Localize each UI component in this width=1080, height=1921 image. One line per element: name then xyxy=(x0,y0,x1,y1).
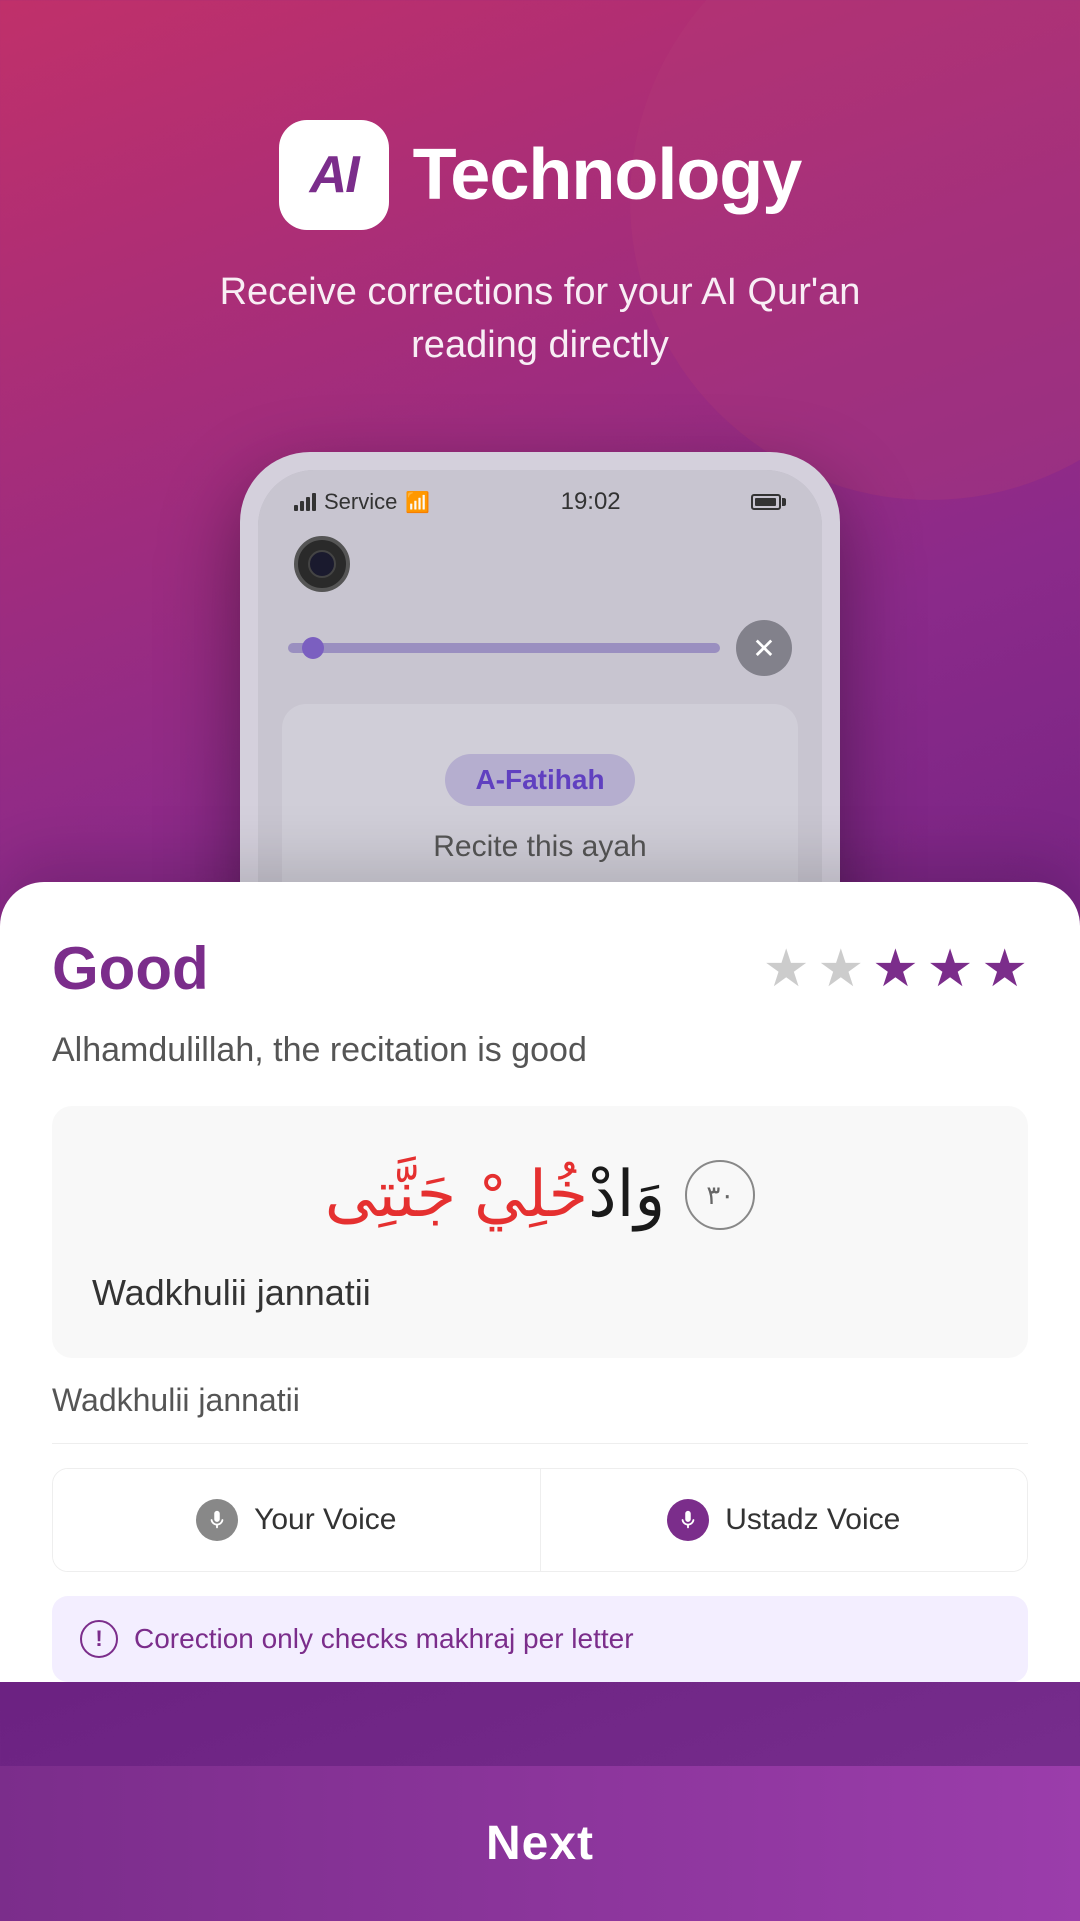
phone-inner: Service 📶 19:02 xyxy=(258,470,822,944)
lower-section: Wadkhulii jannatii Your Voice Ustadz Voi… xyxy=(0,1358,1080,1682)
next-button-container: Next xyxy=(0,1766,1080,1921)
ustadz-voice-icon xyxy=(667,1499,709,1541)
star-1: ★ xyxy=(763,939,810,999)
wifi-icon: 📶 xyxy=(405,490,430,515)
notice-text: Corection only checks makhraj per letter xyxy=(134,1623,634,1655)
audio-thumb[interactable] xyxy=(302,637,324,659)
header-section: AI Technology Receive corrections for yo… xyxy=(0,0,1080,432)
star-rating: ★ ★ ★ ★ ★ xyxy=(763,939,1028,999)
signal-bar-4 xyxy=(312,493,316,511)
status-bar: Service 📶 19:02 xyxy=(258,470,822,526)
star-5: ★ xyxy=(981,939,1028,999)
arabic-text-black: وَادْ xyxy=(588,1158,665,1230)
tech-label: Technology xyxy=(413,134,802,216)
voice-options: Your Voice Ustadz Voice xyxy=(52,1468,1028,1572)
signal-bar-3 xyxy=(306,497,310,511)
surah-badge: A-Fatihah xyxy=(445,754,634,806)
rating-description: Alhamdulillah, the recitation is good xyxy=(52,1031,1028,1070)
camera-area xyxy=(258,526,822,612)
star-3: ★ xyxy=(872,939,919,999)
next-button[interactable]: Next xyxy=(0,1766,1080,1921)
your-voice-icon xyxy=(196,1499,238,1541)
signal-icon xyxy=(294,493,316,511)
arabic-text: وَادْخُلِيْ جَنَّتِى xyxy=(325,1150,666,1240)
ustadz-voice-label: Ustadz Voice xyxy=(725,1503,900,1537)
rating-card: Good ★ ★ ★ ★ ★ Alhamdulillah, the recita… xyxy=(0,882,1080,1358)
audio-controls[interactable]: ✕ xyxy=(258,612,822,684)
rating-row: Good ★ ★ ★ ★ ★ xyxy=(52,934,1028,1003)
your-voice-button[interactable]: Your Voice xyxy=(53,1469,540,1571)
service-label: Service xyxy=(324,489,397,515)
your-voice-label: Your Voice xyxy=(254,1503,396,1537)
signal-bar-1 xyxy=(294,505,298,511)
transliteration-text: Wadkhulii jannatii xyxy=(92,1272,988,1314)
recite-prompt: Recite this ayah xyxy=(322,830,758,864)
arabic-row: ٣٠ وَادْخُلِيْ جَنَّتِى xyxy=(92,1150,988,1240)
logo-row: AI Technology xyxy=(279,120,802,230)
correction-notice: ! Corection only checks makhraj per lett… xyxy=(52,1596,1028,1682)
verse-card: ٣٠ وَادْخُلِيْ جَنَّتِى Wadkhulii jannat… xyxy=(52,1106,1028,1358)
header-subtitle: Receive corrections for your AI Qur'an r… xyxy=(200,266,880,372)
ustadz-voice-button[interactable]: Ustadz Voice xyxy=(540,1469,1028,1571)
notice-icon: ! xyxy=(80,1620,118,1658)
lower-transliteration: Wadkhulii jannatii xyxy=(52,1358,1028,1444)
status-left: Service 📶 xyxy=(294,489,430,515)
ayah-number: ٣٠ xyxy=(685,1160,755,1230)
grade-label: Good xyxy=(52,934,209,1003)
camera-inner xyxy=(308,550,336,578)
signal-bar-2 xyxy=(300,501,304,511)
star-4: ★ xyxy=(927,939,974,999)
arabic-text-red: خُلِيْ جَنَّتِى xyxy=(325,1158,588,1230)
ai-badge: AI xyxy=(279,120,389,230)
battery-icon xyxy=(751,494,786,510)
phone-screen: Service 📶 19:02 xyxy=(258,470,822,914)
audio-progress-bar[interactable] xyxy=(288,643,720,653)
close-button[interactable]: ✕ xyxy=(736,620,792,676)
clock: 19:02 xyxy=(561,488,621,516)
camera-circle xyxy=(294,536,350,592)
star-2: ★ xyxy=(818,939,865,999)
